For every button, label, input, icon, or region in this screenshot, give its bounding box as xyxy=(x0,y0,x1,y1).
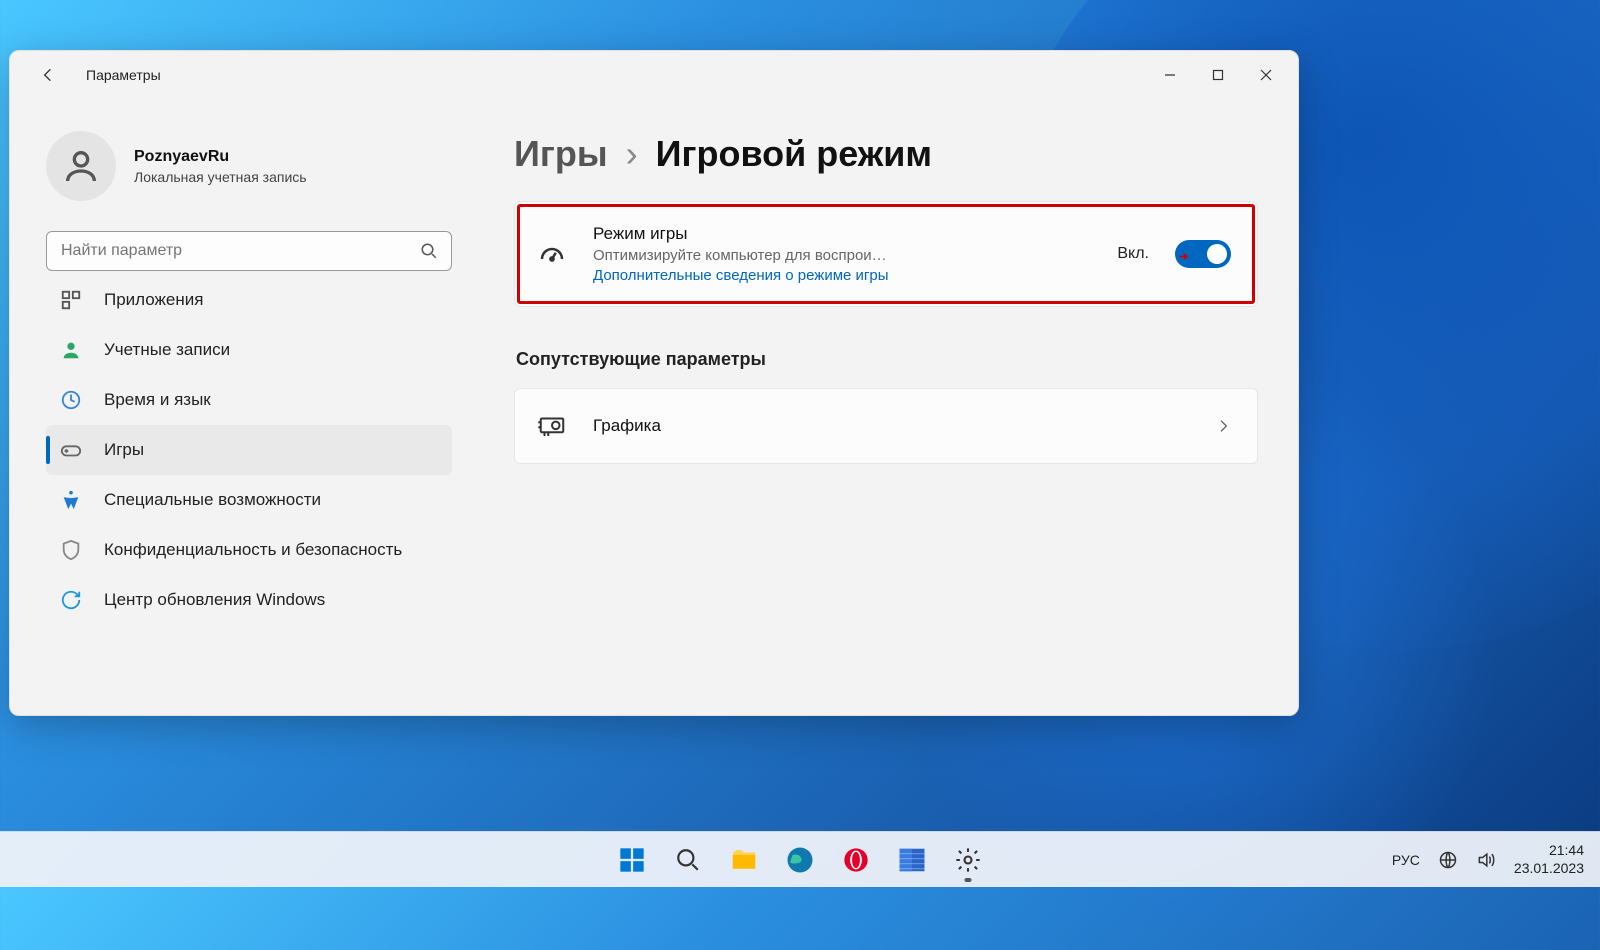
time-lang-icon xyxy=(60,389,82,411)
avatar xyxy=(46,131,116,201)
titlebar: Параметры xyxy=(10,51,1298,99)
taskbar-settings[interactable] xyxy=(944,836,992,884)
game-mode-card: Режим игры Оптимизируйте компьютер для в… xyxy=(514,201,1258,307)
clock-time: 21:44 xyxy=(1514,842,1584,860)
system-tray: РУС 21:44 23.01.2023 xyxy=(1392,842,1600,877)
search-input[interactable] xyxy=(46,231,452,271)
language-indicator[interactable]: РУС xyxy=(1392,852,1420,868)
profile-subtitle: Локальная учетная запись xyxy=(134,169,307,185)
card-subtitle: Оптимизируйте компьютер для воспрои… xyxy=(593,247,983,264)
sidebar-item-label: Время и язык xyxy=(104,390,211,410)
breadcrumb: Игры › Игровой режим xyxy=(514,133,1258,175)
gauge-icon xyxy=(537,239,567,269)
game-mode-toggle[interactable]: ➔ xyxy=(1175,240,1231,268)
close-button[interactable] xyxy=(1242,55,1290,95)
sidebar-item-windows-update[interactable]: Центр обновления Windows xyxy=(46,575,452,625)
clock[interactable]: 21:44 23.01.2023 xyxy=(1514,842,1584,877)
card-title: Графика xyxy=(593,416,1189,436)
taskbar-app[interactable] xyxy=(888,836,936,884)
graphics-card[interactable]: Графика xyxy=(514,388,1258,464)
related-settings-heading: Сопутствующие параметры xyxy=(516,349,1258,370)
sidebar-item-label: Приложения xyxy=(104,290,203,310)
content-pane: Игры › Игровой режим Режим игры Оптимизи… xyxy=(470,99,1298,715)
search-wrap xyxy=(46,231,452,271)
sidebar-nav: Приложения Учетные записи Время и язык И… xyxy=(46,285,452,625)
search-icon xyxy=(420,242,438,260)
sidebar-item-gaming[interactable]: Игры xyxy=(46,425,452,475)
maximize-button[interactable] xyxy=(1194,55,1242,95)
sidebar-item-label: Игры xyxy=(104,440,144,460)
profile-block[interactable]: PoznyaevRu Локальная учетная запись xyxy=(46,99,452,231)
apps-icon xyxy=(60,289,82,311)
accessibility-icon xyxy=(60,489,82,511)
taskbar: РУС 21:44 23.01.2023 xyxy=(0,831,1600,887)
annotation-arrow-icon: ➔ xyxy=(1179,250,1188,263)
toggle-state-label: Вкл. xyxy=(1117,245,1149,263)
start-button[interactable] xyxy=(608,836,656,884)
taskbar-search-button[interactable] xyxy=(664,836,712,884)
sidebar-item-accessibility[interactable]: Специальные возможности xyxy=(46,475,452,525)
sidebar-item-label: Конфиденциальность и безопасность xyxy=(104,540,402,560)
card-title: Режим игры xyxy=(593,224,1091,244)
breadcrumb-parent[interactable]: Игры xyxy=(514,133,608,175)
minimize-button[interactable] xyxy=(1146,55,1194,95)
window-title: Параметры xyxy=(86,67,161,83)
sidebar-item-privacy[interactable]: Конфиденциальность и безопасность xyxy=(46,525,452,575)
network-icon[interactable] xyxy=(1438,850,1458,870)
chevron-right-icon: › xyxy=(626,133,638,175)
sidebar: PoznyaevRu Локальная учетная запись Прил… xyxy=(10,99,470,715)
sidebar-item-label: Специальные возможности xyxy=(104,490,321,510)
profile-name: PoznyaevRu xyxy=(134,148,307,166)
sidebar-item-accounts[interactable]: Учетные записи xyxy=(46,325,452,375)
taskbar-file-explorer[interactable] xyxy=(720,836,768,884)
back-button[interactable] xyxy=(30,57,66,93)
sidebar-item-label: Центр обновления Windows xyxy=(104,590,325,610)
gaming-icon xyxy=(60,439,82,461)
sidebar-item-label: Учетные записи xyxy=(104,340,230,360)
taskbar-edge[interactable] xyxy=(776,836,824,884)
breadcrumb-current: Игровой режим xyxy=(656,133,932,175)
learn-more-link[interactable]: Дополнительные сведения о режиме игры xyxy=(593,267,983,284)
chevron-right-icon xyxy=(1215,418,1231,434)
clock-date: 23.01.2023 xyxy=(1514,860,1584,878)
volume-icon[interactable] xyxy=(1476,850,1496,870)
settings-window: Параметры PoznyaevRu Локальная учетная з… xyxy=(9,50,1299,716)
gpu-icon xyxy=(537,411,567,441)
accounts-icon xyxy=(60,339,82,361)
privacy-icon xyxy=(60,539,82,561)
taskbar-opera[interactable] xyxy=(832,836,880,884)
update-icon xyxy=(60,589,82,611)
sidebar-item-apps[interactable]: Приложения xyxy=(46,285,452,325)
sidebar-item-time-language[interactable]: Время и язык xyxy=(46,375,452,425)
